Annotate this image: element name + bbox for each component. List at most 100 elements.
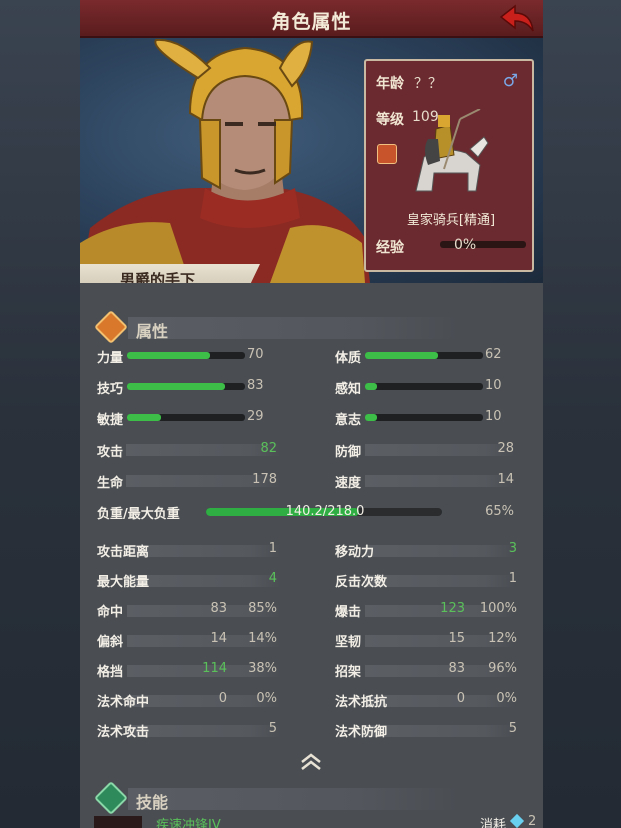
stat-percent: 38%	[248, 661, 277, 676]
stat-value: 10	[485, 378, 502, 393]
stat-label: 感知	[335, 382, 362, 397]
character-title: 男爵的手下	[120, 271, 196, 283]
stat-value: 29	[247, 409, 264, 424]
skill-cost-label: 消耗	[480, 818, 507, 828]
back-arrow-icon	[499, 4, 534, 32]
stat-bar	[365, 383, 483, 390]
hp-value: 178	[252, 472, 277, 487]
stat-label: 体质	[335, 351, 362, 366]
attack-label: 攻击	[97, 445, 124, 460]
skills-title: 技能	[136, 793, 169, 812]
stat-label: 法术抵抗	[335, 695, 388, 710]
stat-bar-fill	[127, 352, 210, 359]
male-icon: ♂	[502, 71, 518, 91]
stat-label: 力量	[97, 351, 124, 366]
defense-value: 28	[497, 441, 514, 456]
stat-label: 偏斜	[97, 635, 124, 650]
stat-value: 3	[508, 541, 517, 556]
stat-value: 14	[210, 631, 227, 646]
stat-label: 攻击距离	[97, 545, 150, 560]
stat-bar	[127, 383, 245, 390]
stat-value: 1	[508, 571, 517, 586]
skill-cost-value: 2	[528, 814, 537, 828]
skills-header: 技能	[94, 781, 534, 815]
stat-percent: 85%	[248, 601, 277, 616]
skill-name[interactable]: 疾速冲锋IV	[156, 814, 221, 828]
stat-value: 83	[247, 378, 264, 393]
load-label: 负重/最大负重	[97, 507, 180, 522]
stat-bar-fill	[127, 414, 162, 421]
stat-value: 62	[485, 347, 502, 362]
xp-value: 0%	[454, 237, 477, 253]
stat-value: 5	[508, 721, 517, 736]
defense-label: 防御	[335, 445, 362, 460]
character-panel: 角色属性 年龄 ？？ ♂ 等级 109 皇家骑兵[精通] 经验 0% 男爵的手下…	[80, 0, 543, 828]
knight-unit-icon	[415, 109, 489, 192]
stat-value: 1	[268, 541, 277, 556]
chevron-up-icon	[301, 753, 321, 770]
speed-value: 14	[497, 472, 514, 487]
attributes-header: 属性	[94, 310, 534, 344]
stat-label: 法术防御	[335, 725, 388, 740]
stat-label: 格挡	[97, 665, 124, 680]
xp-bar	[440, 241, 526, 248]
page-title: 角色属性	[271, 11, 352, 33]
stat-value: 5	[268, 721, 277, 736]
stat-value: 83	[448, 661, 465, 676]
unit-card[interactable]: 年龄 ？？ ♂ 等级 109 皇家骑兵[精通] 经验 0%	[364, 59, 534, 272]
attributes-title: 属性	[136, 322, 169, 341]
left-background	[0, 0, 80, 828]
energy-icon	[509, 813, 525, 828]
stat-percent: 0%	[256, 691, 277, 706]
right-background	[543, 0, 621, 828]
collapse-button[interactable]	[298, 752, 324, 772]
back-button[interactable]	[497, 3, 537, 35]
stat-bar-fill	[365, 383, 377, 390]
stat-bar-fill	[365, 352, 439, 359]
stat-value: 83	[210, 601, 227, 616]
stat-label: 命中	[97, 605, 124, 620]
stat-value: 4	[268, 571, 277, 586]
class-skill-icon	[377, 144, 397, 164]
stat-value: 10	[485, 409, 502, 424]
stat-bar	[127, 352, 245, 359]
level-label: 等级	[376, 112, 404, 128]
hp-label: 生命	[97, 476, 124, 491]
character-title-banner: 男爵的手下	[80, 264, 260, 283]
attack-value: 82	[260, 441, 277, 456]
stat-bar	[365, 352, 483, 359]
stat-label: 法术攻击	[97, 725, 150, 740]
stat-label: 坚韧	[335, 635, 362, 650]
stat-label: 爆击	[335, 605, 362, 620]
stat-value: 70	[247, 347, 264, 362]
stat-percent: 12%	[488, 631, 517, 646]
stat-bar	[127, 414, 245, 421]
stat-label: 反击次数	[335, 575, 388, 590]
stat-label: 招架	[335, 665, 362, 680]
load-value: 140.2/218.0	[285, 504, 365, 519]
stat-value: 0	[218, 691, 227, 706]
stat-label: 技巧	[97, 382, 124, 397]
age-value: ？？	[414, 76, 442, 92]
stat-value: 123	[440, 601, 465, 616]
stat-label: 移动力	[335, 545, 375, 560]
stat-bar-fill	[365, 414, 377, 421]
stat-bar	[365, 414, 483, 421]
skills-icon	[94, 781, 128, 815]
stat-percent: 96%	[488, 661, 517, 676]
stat-label: 意志	[335, 413, 362, 428]
unit-name: 皇家骑兵[精通]	[406, 213, 496, 228]
stat-bar-fill	[127, 383, 225, 390]
stat-percent: 100%	[479, 601, 517, 616]
stat-label: 法术命中	[97, 695, 150, 710]
load-percent: 65%	[485, 504, 514, 519]
attributes-icon	[94, 310, 128, 344]
stat-label: 最大能量	[97, 575, 150, 590]
stat-value: 114	[202, 661, 227, 676]
header-bar: 角色属性	[80, 0, 543, 38]
xp-label: 经验	[376, 240, 404, 256]
skill-icon[interactable]	[94, 816, 142, 828]
age-label: 年龄	[376, 76, 404, 92]
stat-label: 敏捷	[97, 413, 124, 428]
stat-percent: 0%	[496, 691, 517, 706]
